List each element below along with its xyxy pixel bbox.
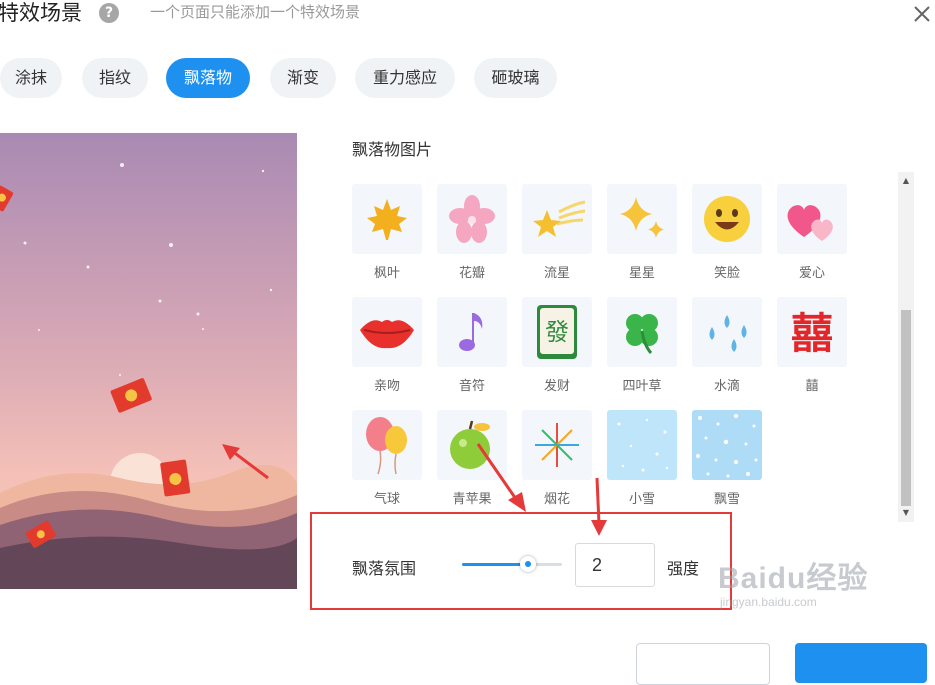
item-label: 音符 bbox=[458, 379, 485, 394]
water-drops-icon bbox=[709, 315, 747, 352]
item-label: 四叶草 bbox=[622, 379, 662, 394]
scroll-down-arrow-icon[interactable]: ▼ bbox=[898, 506, 914, 520]
atmosphere-label: 飘落氛围 bbox=[352, 559, 417, 578]
confirm-button[interactable] bbox=[795, 643, 927, 683]
item-star[interactable]: 星星 bbox=[607, 184, 677, 281]
item-label: 气球 bbox=[373, 492, 400, 507]
slider-knob[interactable] bbox=[520, 556, 536, 572]
scroll-thumb[interactable] bbox=[901, 310, 911, 506]
tile-glyph: 發 bbox=[545, 318, 569, 346]
double-happiness-icon: 囍 bbox=[791, 309, 833, 358]
grid-scrollbar[interactable]: ▲ ▼ bbox=[898, 172, 914, 522]
strength-label: 强度 bbox=[667, 559, 700, 578]
effect-preview bbox=[0, 133, 297, 589]
cancel-button[interactable] bbox=[636, 643, 770, 685]
item-shooting-star[interactable]: 流星 bbox=[522, 184, 592, 281]
item-music-note[interactable]: 音符 bbox=[437, 297, 507, 394]
item-hearts[interactable]: 爱心 bbox=[777, 184, 847, 281]
item-fortune-tile[interactable]: 發 发财 bbox=[522, 297, 592, 394]
preview-scene-image bbox=[0, 133, 297, 589]
mahjong-tile-icon: 發 bbox=[537, 305, 577, 359]
music-note-icon bbox=[459, 313, 483, 351]
balloons-icon bbox=[366, 417, 407, 475]
tab-gravity-sensing[interactable]: 重力感应 bbox=[355, 58, 455, 98]
item-double-happiness[interactable]: 囍 囍 bbox=[777, 297, 847, 394]
tab-smear[interactable]: 涂抹 bbox=[0, 58, 62, 98]
item-water-drops[interactable]: 水滴 bbox=[692, 297, 762, 394]
slider-fill bbox=[462, 563, 528, 566]
maple-leaf-icon bbox=[367, 199, 407, 240]
heavy-snow-icon bbox=[696, 414, 758, 478]
item-petal[interactable]: 花瓣 bbox=[437, 184, 507, 281]
item-label: 亲吻 bbox=[373, 379, 400, 394]
help-icon[interactable]: ? bbox=[99, 3, 119, 23]
dialog-title: 特效场景 bbox=[0, 1, 82, 25]
item-label: 发财 bbox=[543, 379, 570, 394]
baidu-jingyan-watermark: Baidu经验 jingyan.baidu.com bbox=[718, 553, 928, 643]
item-clover[interactable]: 四叶草 bbox=[607, 297, 677, 394]
item-kiss[interactable]: 亲吻 bbox=[352, 297, 422, 394]
tab-smash-glass[interactable]: 砸玻璃 bbox=[474, 58, 557, 98]
item-label: 爱心 bbox=[798, 266, 825, 281]
dialog-subtitle: 一个页面只能添加一个特效场景 bbox=[150, 3, 361, 21]
scroll-up-arrow-icon[interactable]: ▲ bbox=[898, 174, 914, 188]
item-label: 花瓣 bbox=[458, 266, 485, 281]
item-smiley[interactable]: 笑脸 bbox=[692, 184, 762, 281]
hearts-icon bbox=[787, 205, 833, 241]
item-label: 飘雪 bbox=[713, 492, 740, 507]
tab-gradient[interactable]: 渐变 bbox=[270, 58, 336, 98]
annotation-arrow-preview bbox=[222, 444, 269, 480]
lips-icon bbox=[360, 320, 414, 349]
item-label: 星星 bbox=[628, 266, 655, 281]
section-title-falling-images: 飘落物图片 bbox=[352, 140, 433, 159]
item-heavy-snow[interactable]: 飘雪 bbox=[692, 410, 762, 507]
smiley-icon bbox=[704, 196, 750, 242]
petal-icon bbox=[449, 195, 495, 243]
item-label: 水滴 bbox=[713, 379, 740, 394]
sparkle-star-icon bbox=[620, 197, 664, 238]
item-label: 笑脸 bbox=[713, 266, 740, 281]
clover-icon bbox=[626, 314, 658, 354]
item-label: 囍 bbox=[805, 379, 819, 394]
tab-fingerprint[interactable]: 指纹 bbox=[82, 58, 148, 98]
item-maple-leaf[interactable]: 枫叶 bbox=[352, 184, 422, 281]
watermark-url: jingyan.baidu.com bbox=[720, 595, 817, 609]
close-icon[interactable] bbox=[910, 2, 934, 26]
item-label: 枫叶 bbox=[373, 266, 400, 281]
tab-falling-objects[interactable]: 飘落物 bbox=[166, 58, 250, 98]
shooting-star-icon bbox=[533, 200, 585, 237]
item-label: 流星 bbox=[543, 266, 570, 281]
happiness-glyph: 囍 bbox=[791, 309, 833, 358]
item-balloons[interactable]: 气球 bbox=[352, 410, 422, 507]
atmosphere-slider[interactable] bbox=[462, 556, 564, 574]
strength-input[interactable] bbox=[575, 543, 655, 587]
watermark-text: Baidu经验 bbox=[718, 562, 869, 595]
